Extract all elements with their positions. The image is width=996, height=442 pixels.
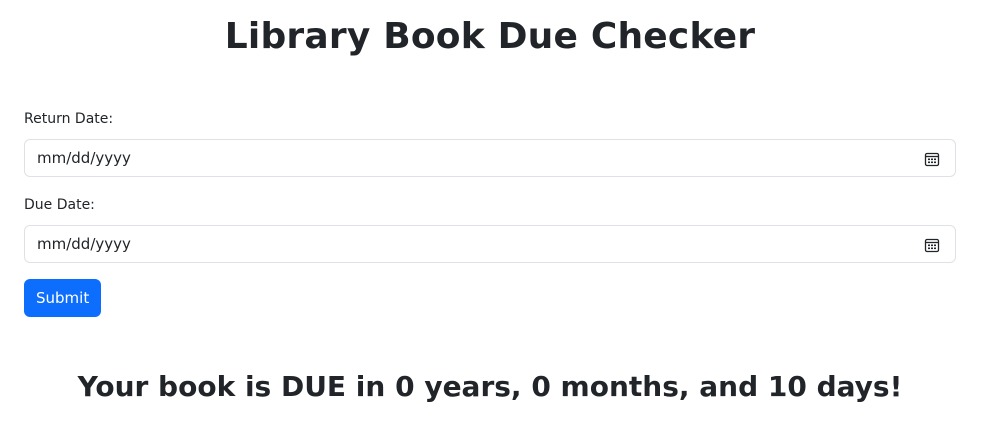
return-date-label: Return Date: bbox=[24, 111, 114, 127]
page-title: Library Book Due Checker bbox=[224, 16, 756, 57]
due-check-form: Return Date: Due Date: bbox=[24, 109, 956, 317]
page: Library Book Due Checker Return Date: Du… bbox=[0, 0, 996, 442]
return-date-field-wrapper bbox=[24, 139, 956, 177]
due-date-label: Due Date: bbox=[24, 197, 95, 213]
calendar-icon[interactable] bbox=[924, 151, 940, 167]
due-date-field-wrapper bbox=[24, 225, 956, 263]
calendar-icon[interactable] bbox=[924, 237, 940, 253]
return-date-input[interactable] bbox=[25, 140, 955, 176]
submit-button[interactable]: Submit bbox=[24, 279, 102, 317]
due-date-input[interactable] bbox=[25, 226, 955, 262]
result-message: Your book is DUE in 0 years, 0 months, a… bbox=[77, 370, 903, 403]
